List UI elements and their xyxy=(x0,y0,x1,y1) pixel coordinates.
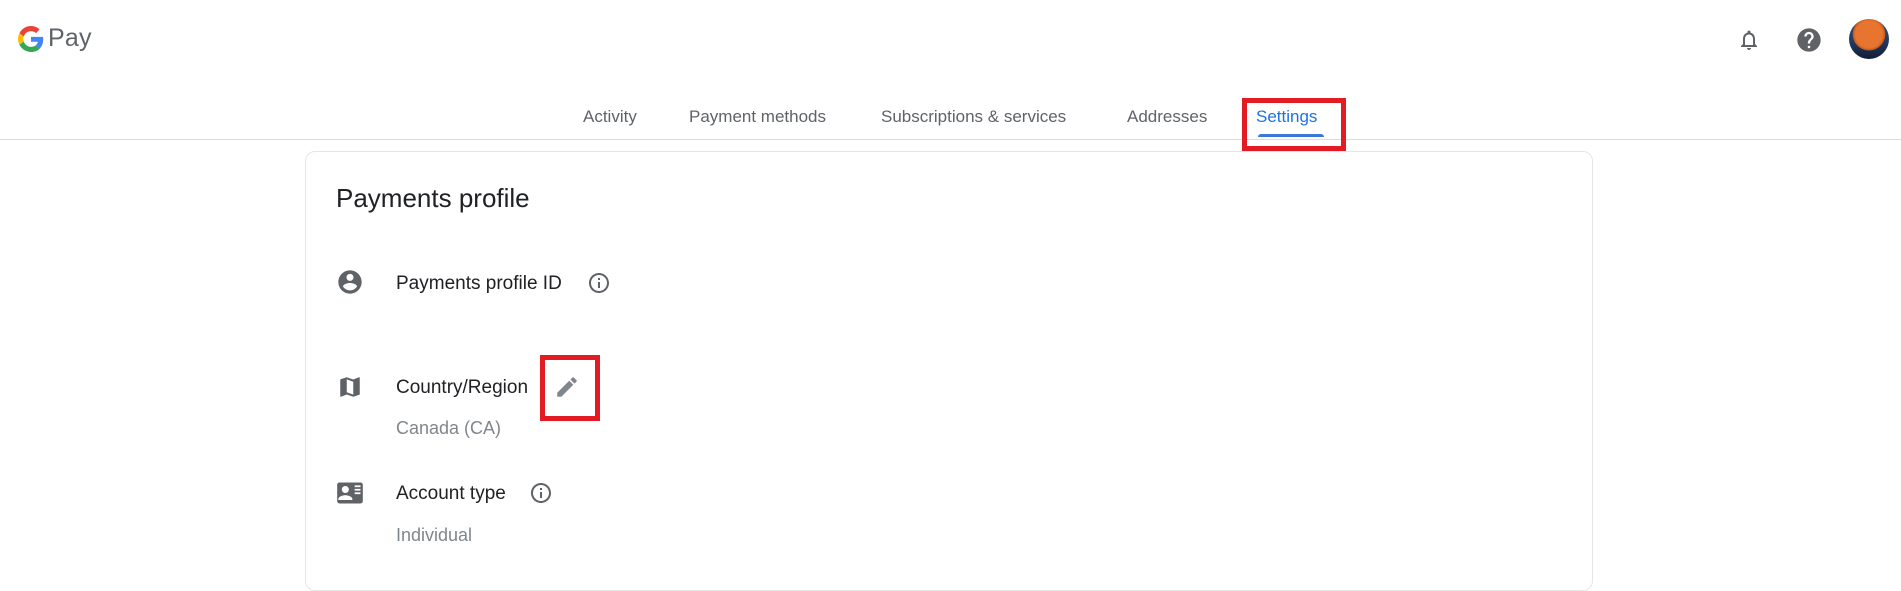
highlight-box-edit xyxy=(540,355,600,421)
account-type-label: Account type xyxy=(396,483,506,504)
app-header: Pay xyxy=(0,0,1901,80)
account-avatar[interactable] xyxy=(1849,19,1889,59)
tab-addresses[interactable]: Addresses xyxy=(1127,107,1207,127)
country-region-label: Country/Region xyxy=(396,377,529,398)
help-button[interactable] xyxy=(1793,24,1825,56)
account-circle-icon xyxy=(336,268,364,296)
bell-icon xyxy=(1741,30,1757,50)
contact-card-icon xyxy=(336,479,364,507)
tab-activity[interactable]: Activity xyxy=(583,107,637,127)
payments-profile-id-label: Payments profile ID xyxy=(396,273,562,294)
gpay-logo[interactable]: Pay xyxy=(18,24,92,53)
google-g-icon xyxy=(18,25,44,52)
notifications-button[interactable] xyxy=(1733,24,1765,56)
payments-profile-card xyxy=(305,151,1593,591)
tab-payment-methods[interactable]: Payment methods xyxy=(689,107,826,127)
logo-text: Pay xyxy=(48,24,92,52)
help-icon xyxy=(1797,28,1821,52)
country-region-value: Canada (CA) xyxy=(396,418,502,438)
header-divider xyxy=(0,139,1901,140)
card-title: Payments profile xyxy=(336,183,530,213)
info-icon[interactable] xyxy=(529,481,553,505)
tab-subscriptions-services[interactable]: Subscriptions & services xyxy=(881,107,1066,127)
info-icon[interactable] xyxy=(587,271,611,295)
highlight-box-settings xyxy=(1242,98,1346,151)
nav-tabs: Activity Payment methods Subscriptions &… xyxy=(0,100,1901,140)
account-type-value: Individual xyxy=(396,525,473,545)
map-icon xyxy=(336,373,364,401)
